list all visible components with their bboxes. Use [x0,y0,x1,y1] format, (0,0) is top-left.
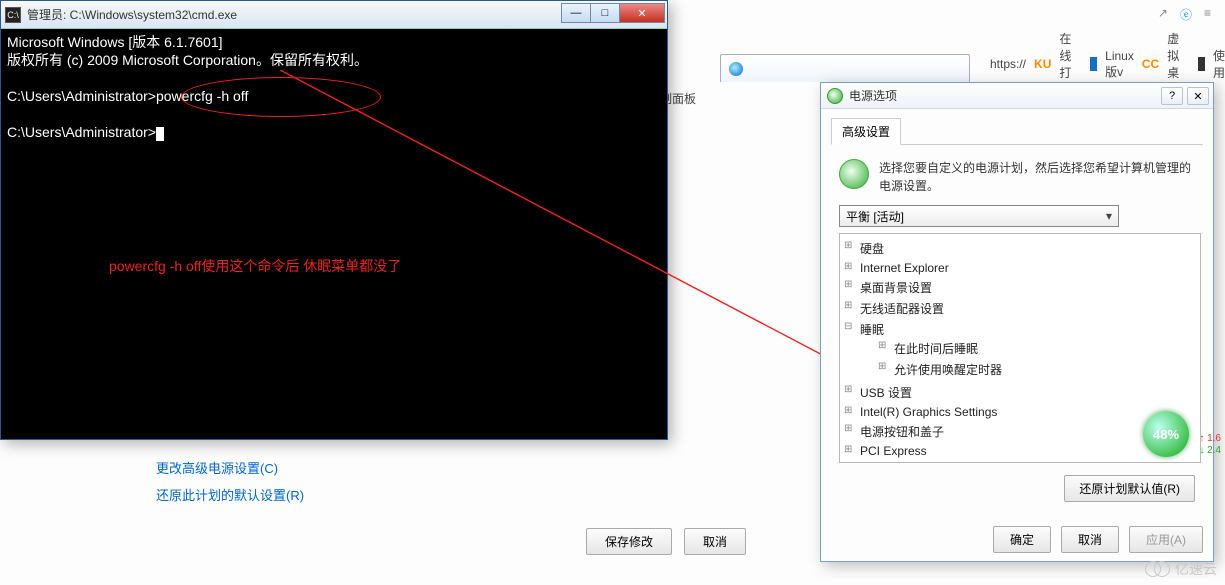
apply-button[interactable]: 应用(A) [1129,526,1203,553]
tree-wireless[interactable]: 无线适配器设置 [842,298,1198,319]
bookmark-ku-icon[interactable]: KU [1034,57,1051,71]
restore-defaults-button[interactable]: 还原计划默认值(R) [1064,475,1195,502]
cmd-line-version: Microsoft Windows [版本 6.1.7601] [7,33,661,51]
link-restore-defaults[interactable]: 还原此计划的默认设置(R) [156,485,304,504]
https-label: https:// [990,57,1026,71]
power-options-window: 电源选项 ? ✕ 高级设置 选择您要自定义的电源计划，然后选择您希望计算机管理的… [820,82,1214,562]
power-titlebar[interactable]: 电源选项 ? ✕ [821,83,1213,109]
browser-toolbar-icons: ↗ ⓔ ≡ [1158,6,1211,23]
cmd-cursor [156,127,164,141]
cmd-titlebar[interactable]: C:\ 管理员: C:\Windows\system32\cmd.exe — □… [1,1,667,29]
watermark-logo-icon [1145,561,1171,577]
annotation-text: powercfg -h off使用这个命令后 休眠菜单都没了 [109,257,401,275]
tree-pci-express[interactable]: PCI Express [842,442,1198,460]
cmd-body[interactable]: Microsoft Windows [版本 6.1.7601] 版权所有 (c)… [1,29,667,439]
share-icon[interactable]: ↗ [1158,6,1168,23]
tree-desktop-bg[interactable]: 桌面背景设置 [842,277,1198,298]
bookmark-1[interactable]: Linux版v [1105,49,1134,80]
power-help-icon[interactable]: ? [1161,87,1183,105]
power-title: 电源选项 [849,87,897,104]
power-plan-value: 平衡 [活动] [846,208,904,225]
bookmark-cc-icon[interactable]: CC [1142,57,1159,71]
cancel-button-power[interactable]: 取消 [1061,526,1119,553]
badge-stats: ↑ 1.6 ↓ 2.4 [1199,433,1221,457]
link-advanced-power[interactable]: 更改高级电源设置(C) [156,458,304,477]
tree-sleep[interactable]: 睡眠 在此时间后睡眠 允许使用唤醒定时器 [842,319,1198,382]
power-description: 选择您要自定义的电源计划，然后选择您希望计算机管理的电源设置。 [879,159,1195,195]
watermark-text: 亿速云 [1175,559,1217,579]
ie-icon[interactable]: ⓔ [1180,6,1192,23]
control-panel-links: 更改高级电源设置(C) 还原此计划的默认设置(R) [156,450,304,512]
cmd-line-copyright: 版权所有 (c) 2009 Microsoft Corporation。保留所有… [7,51,661,69]
tree-usb[interactable]: USB 设置 [842,382,1198,403]
bookmark-vm-icon[interactable] [1198,57,1205,71]
save-button[interactable]: 保存修改 [586,528,672,555]
menu-icon[interactable]: ≡ [1204,6,1211,23]
power-plan-select[interactable]: 平衡 [活动] [839,205,1119,227]
power-close-icon[interactable]: ✕ [1187,87,1209,105]
tree-ie[interactable]: Internet Explorer [842,259,1198,277]
cmd-icon: C:\ [5,7,21,23]
tree-intel-graphics[interactable]: Intel(R) Graphics Settings [842,403,1198,421]
control-panel-buttons: 保存修改 取消 [586,528,746,555]
browser-tab[interactable] [720,54,970,82]
power-bulb-icon [839,159,869,189]
tab-favicon-icon [729,62,743,76]
tree-hard-disk[interactable]: 硬盘 [842,238,1198,259]
bookmark-3[interactable]: 使用 [1213,47,1225,81]
cmd-prompt-1: C:\Users\Administrator>powercfg -h off [7,87,661,105]
watermark: 亿速云 [1145,559,1217,579]
tab-advanced[interactable]: 高级设置 [831,118,901,145]
tree-allow-wake-timers[interactable]: 允许使用唤醒定时器 [860,359,1198,380]
cmd-maximize-icon[interactable]: □ [590,3,620,23]
cancel-button[interactable]: 取消 [684,528,746,555]
ok-button[interactable]: 确定 [993,526,1051,553]
cpu-badge[interactable]: 48% [1143,411,1189,457]
cmd-close-icon[interactable]: ✕ [619,3,665,23]
power-tabs: 高级设置 [831,117,1203,145]
cmd-prompt-2: C:\Users\Administrator> [7,123,661,141]
power-footer: 确定 取消 应用(A) [993,526,1203,553]
tree-sleep-after[interactable]: 在此时间后睡眠 [860,338,1198,359]
cmd-minimize-icon[interactable]: — [561,3,591,23]
cmd-window: C:\ 管理员: C:\Windows\system32\cmd.exe — □… [0,0,668,440]
power-icon [827,88,843,104]
bookmark-linux-icon[interactable] [1090,57,1097,71]
cmd-title: 管理员: C:\Windows\system32\cmd.exe [27,6,237,23]
